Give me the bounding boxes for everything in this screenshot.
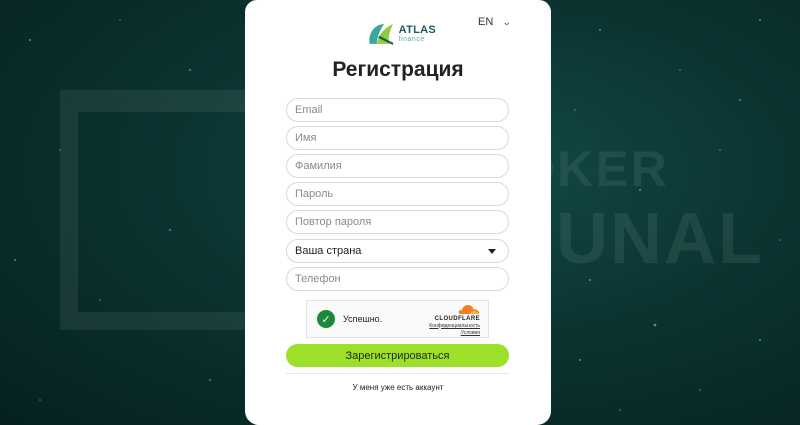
password-repeat-field[interactable] bbox=[286, 210, 509, 234]
cloudflare-brand-text: CLOUDFLARE bbox=[434, 315, 480, 322]
divider bbox=[286, 373, 509, 374]
atlas-logo[interactable]: ATLAS finance bbox=[366, 18, 436, 50]
phone-field[interactable] bbox=[286, 267, 509, 291]
language-label: EN bbox=[478, 16, 494, 28]
register-button[interactable]: Зарегистрироваться bbox=[286, 344, 509, 367]
password-field[interactable] bbox=[286, 182, 509, 206]
caret-down-icon bbox=[488, 248, 496, 254]
registration-card: ATLAS finance EN ⌄ Регистрация Ваша стра… bbox=[245, 0, 551, 425]
privacy-link[interactable]: Конфиденциальность bbox=[429, 323, 480, 329]
captcha-status: Успешно. bbox=[343, 314, 383, 324]
country-select-value: Ваша страна bbox=[295, 245, 362, 257]
chevron-down-icon: ⌄ bbox=[502, 16, 512, 27]
country-select[interactable]: Ваша страна bbox=[286, 239, 509, 263]
page-title: Регистрация bbox=[332, 58, 464, 81]
cloudflare-branding: CLOUDFLARE Конфиденциальность Условия bbox=[429, 303, 480, 336]
last-name-field[interactable] bbox=[286, 154, 509, 178]
atlas-logo-icon bbox=[369, 24, 394, 45]
terms-link[interactable]: Условия bbox=[461, 330, 480, 336]
logo-finance-text: finance bbox=[398, 36, 425, 43]
cloudflare-cloud-icon bbox=[458, 304, 480, 314]
language-selector[interactable]: EN ⌄ bbox=[478, 16, 512, 28]
logo-atlas-text: ATLAS bbox=[398, 24, 436, 36]
watermark-shield bbox=[60, 90, 270, 330]
checkmark-icon: ✓ bbox=[317, 310, 335, 328]
first-name-field[interactable] bbox=[286, 126, 509, 150]
cloudflare-captcha[interactable]: ✓ Успешно. CLOUDFLARE Конфиденциальность… bbox=[306, 300, 489, 338]
login-link[interactable]: У меня уже есть аккаунт bbox=[245, 383, 551, 392]
email-field[interactable] bbox=[286, 98, 509, 122]
